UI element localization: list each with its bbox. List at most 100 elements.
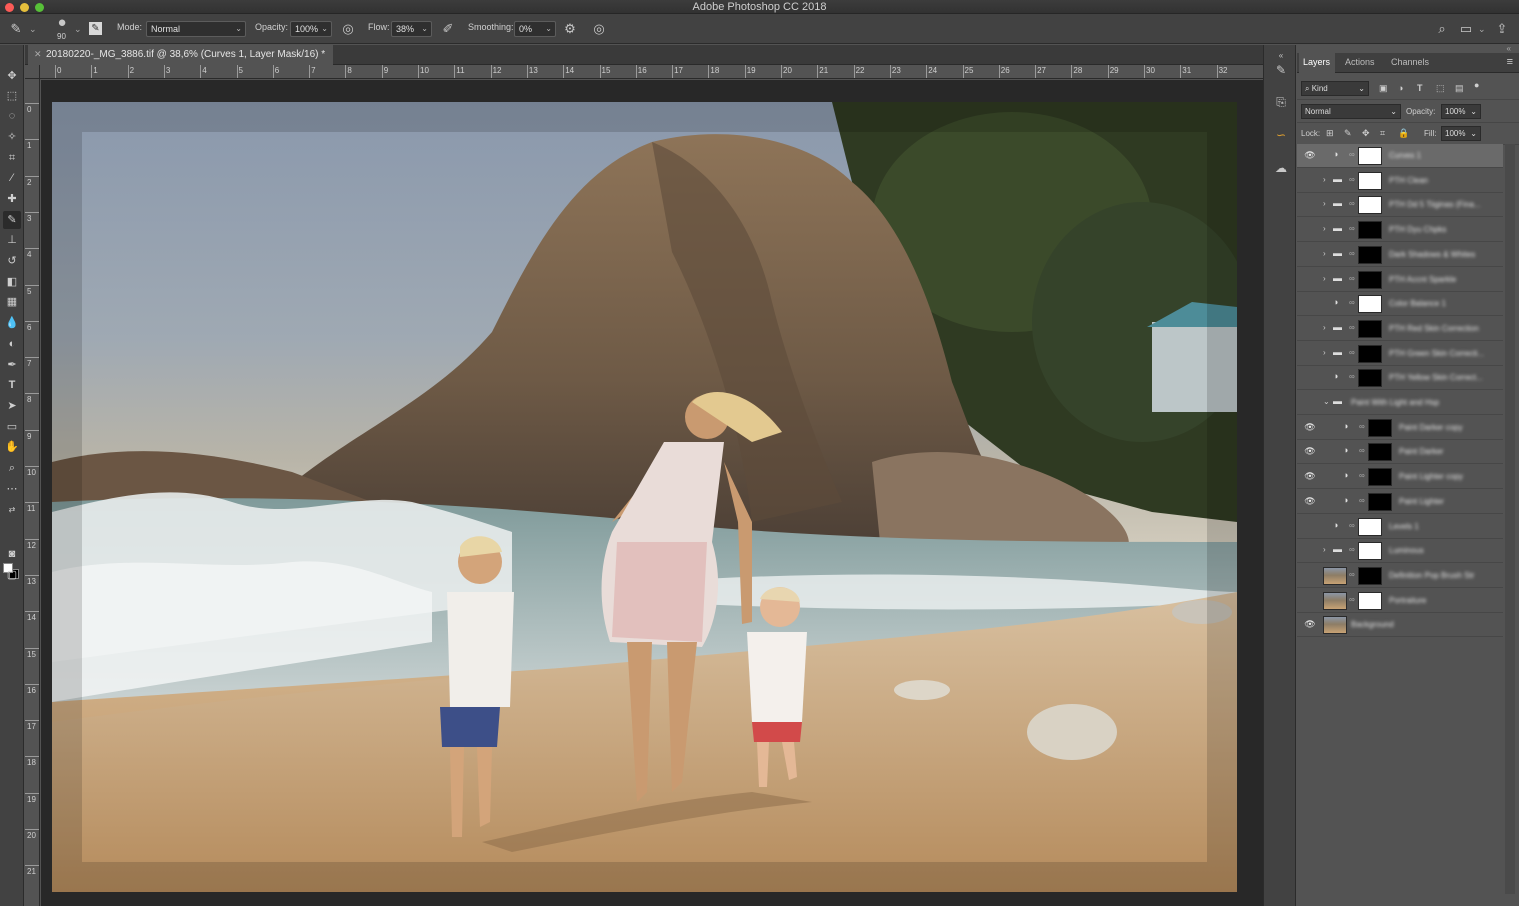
layer-row[interactable]: 👁 ◑ ∞ PTH Yellow Skin Correct...: [1297, 366, 1503, 391]
blur-tool-icon[interactable]: 💧: [3, 314, 21, 332]
eye-icon[interactable]: 👁: [1304, 422, 1316, 434]
mode-dropdown[interactable]: Normal ⌄: [146, 21, 246, 37]
pressure-opacity-icon[interactable]: ◎: [340, 21, 356, 37]
clone-source-panel-icon[interactable]: ⎘: [1272, 93, 1290, 111]
workspace-dropdown-arrow[interactable]: ⌄: [1478, 24, 1486, 35]
expand-group-icon[interactable]: ›: [1323, 323, 1326, 332]
layers-scrollbar[interactable]: [1505, 144, 1515, 894]
eye-icon[interactable]: 👁: [1304, 224, 1316, 236]
layer-mask-thumbnail[interactable]: [1358, 171, 1382, 190]
expand-group-icon[interactable]: ›: [1323, 175, 1326, 184]
eye-icon[interactable]: 👁: [1304, 323, 1316, 335]
expand-group-icon[interactable]: ›: [1323, 199, 1326, 208]
expand-group-icon[interactable]: ›: [1323, 224, 1326, 233]
layer-mask-thumbnail[interactable]: [1358, 221, 1382, 240]
brush-dropdown-arrow[interactable]: ⌄: [74, 24, 82, 35]
filter-adjustment-icon[interactable]: ◑: [1398, 83, 1403, 93]
brush-settings-panel-icon[interactable]: ✎: [1272, 61, 1290, 79]
history-brush-tool-icon[interactable]: ↺: [3, 252, 21, 270]
expand-group-icon[interactable]: ›: [1323, 249, 1326, 258]
link-mask-icon[interactable]: ∞: [1349, 249, 1355, 258]
eye-icon[interactable]: 👁: [1304, 298, 1316, 310]
layer-mask-thumbnail[interactable]: [1358, 369, 1382, 388]
eye-icon[interactable]: 👁: [1304, 199, 1316, 211]
layer-row[interactable]: 👁 ◑ ∞ Paint Lighter copy: [1297, 465, 1503, 490]
layer-mask-thumbnail[interactable]: [1358, 542, 1382, 561]
layer-mask-thumbnail[interactable]: [1368, 468, 1392, 487]
layer-row[interactable]: 👁 › ▬ ∞ PTH Red Skin Correction: [1297, 316, 1503, 341]
libraries-panel-icon[interactable]: ∽: [1272, 126, 1290, 144]
lock-all-icon[interactable]: 🔒: [1398, 128, 1409, 139]
layer-thumbnail[interactable]: [1323, 591, 1347, 610]
path-selection-tool-icon[interactable]: ➤: [3, 397, 21, 415]
fill-field[interactable]: 100% ⌄: [1441, 126, 1481, 141]
link-mask-icon[interactable]: ∞: [1349, 545, 1355, 554]
zoom-tool-icon[interactable]: ⌕: [3, 459, 21, 477]
brush-settings-icon[interactable]: ✎: [89, 22, 102, 35]
eye-icon[interactable]: 👁: [1304, 471, 1316, 483]
layer-row[interactable]: 👁 Background: [1297, 613, 1503, 638]
layer-mask-thumbnail[interactable]: [1358, 566, 1382, 585]
layer-row[interactable]: 👁 ◑ ∞ Color Balance 1: [1297, 292, 1503, 317]
move-tool-icon[interactable]: ✥: [3, 67, 21, 85]
lock-transparency-icon[interactable]: ⊞: [1326, 128, 1334, 139]
link-mask-icon[interactable]: ∞: [1349, 199, 1355, 208]
blend-mode-dropdown[interactable]: Normal ⌄: [1301, 104, 1401, 119]
opacity-field[interactable]: 100% ⌄: [290, 21, 332, 37]
link-mask-icon[interactable]: ∞: [1349, 595, 1355, 604]
layer-row[interactable]: 👁 ◑ ∞ Curves 1: [1297, 144, 1503, 168]
filter-toggle-icon[interactable]: ●: [1474, 80, 1479, 90]
eye-icon[interactable]: 👁: [1304, 521, 1316, 533]
link-mask-icon[interactable]: ∞: [1359, 496, 1365, 505]
layer-mask-thumbnail[interactable]: [1358, 319, 1382, 338]
layer-mask-thumbnail[interactable]: [1358, 147, 1382, 165]
expand-group-icon[interactable]: ›: [1323, 545, 1326, 554]
quick-mask-icon[interactable]: ◙: [3, 545, 21, 563]
eye-icon[interactable]: 👁: [1304, 348, 1316, 360]
layer-mask-thumbnail[interactable]: [1358, 196, 1382, 215]
swap-colors-icon[interactable]: ⇄: [3, 501, 21, 519]
collapse-panel-icon[interactable]: «: [1507, 44, 1511, 53]
layer-mask-thumbnail[interactable]: [1368, 492, 1392, 511]
layer-row[interactable]: 👁 ◑ ∞ Paint Darker copy: [1297, 415, 1503, 440]
creative-cloud-icon[interactable]: ☁: [1272, 159, 1290, 177]
link-mask-icon[interactable]: ∞: [1349, 521, 1355, 530]
layer-row[interactable]: 👁 ⌄▬ Paint With Light and Hsp: [1297, 391, 1503, 415]
gradient-tool-icon[interactable]: ▦: [3, 293, 21, 311]
eye-icon[interactable]: 👁: [1304, 446, 1316, 458]
canvas-area[interactable]: [41, 80, 1263, 906]
eye-icon[interactable]: 👁: [1304, 372, 1316, 384]
document-tab[interactable]: ✕ 20180220-_MG_3886.tif @ 38,6% (Curves …: [28, 45, 334, 65]
more-tools-icon[interactable]: ⋯: [3, 480, 21, 498]
quick-selection-tool-icon[interactable]: ✧: [3, 128, 21, 146]
layer-mask-thumbnail[interactable]: [1358, 295, 1382, 314]
pressure-size-icon[interactable]: ◎: [591, 21, 607, 37]
link-mask-icon[interactable]: ∞: [1349, 175, 1355, 184]
link-mask-icon[interactable]: ∞: [1349, 348, 1355, 357]
vertical-ruler[interactable]: 0 1 2 3 4 5 6 7 8 9 10 11 12 13 14 15 16 17 18 19 20 21: [25, 79, 40, 906]
link-mask-icon[interactable]: ∞: [1349, 372, 1355, 381]
layer-row[interactable]: 👁 › ▬ ∞ PTH Clean: [1297, 168, 1503, 193]
link-mask-icon[interactable]: ∞: [1349, 298, 1355, 307]
clone-stamp-tool-icon[interactable]: ⊥: [3, 231, 21, 249]
brush-tool-icon[interactable]: ✎: [3, 211, 21, 229]
expand-group-icon[interactable]: ›: [1323, 274, 1326, 283]
eye-icon[interactable]: 👁: [1304, 397, 1316, 409]
ruler-origin[interactable]: [25, 65, 40, 79]
layer-row[interactable]: 👁 ∞ Definition Pop Brush Str: [1297, 563, 1503, 588]
brush-tool-preset-icon[interactable]: ✎: [8, 21, 24, 37]
eye-icon[interactable]: 👁: [1304, 496, 1316, 508]
layer-mask-thumbnail[interactable]: [1358, 344, 1382, 363]
eyedropper-tool-icon[interactable]: ⁄: [3, 169, 21, 187]
brush-preview-icon[interactable]: ●: [54, 15, 70, 31]
filter-pixel-icon[interactable]: ▣: [1379, 83, 1388, 94]
tab-layers[interactable]: Layers: [1303, 57, 1330, 67]
layer-mask-thumbnail[interactable]: [1358, 517, 1382, 536]
panel-menu-icon[interactable]: ≡: [1507, 56, 1513, 68]
search-icon[interactable]: ⌕: [1434, 21, 1450, 37]
lock-artboard-icon[interactable]: ⌗: [1380, 128, 1385, 139]
share-icon[interactable]: ⇪: [1494, 21, 1510, 37]
layer-mask-thumbnail[interactable]: [1358, 270, 1382, 289]
expand-group-icon[interactable]: ›: [1323, 348, 1326, 357]
link-mask-icon[interactable]: ∞: [1349, 323, 1355, 332]
